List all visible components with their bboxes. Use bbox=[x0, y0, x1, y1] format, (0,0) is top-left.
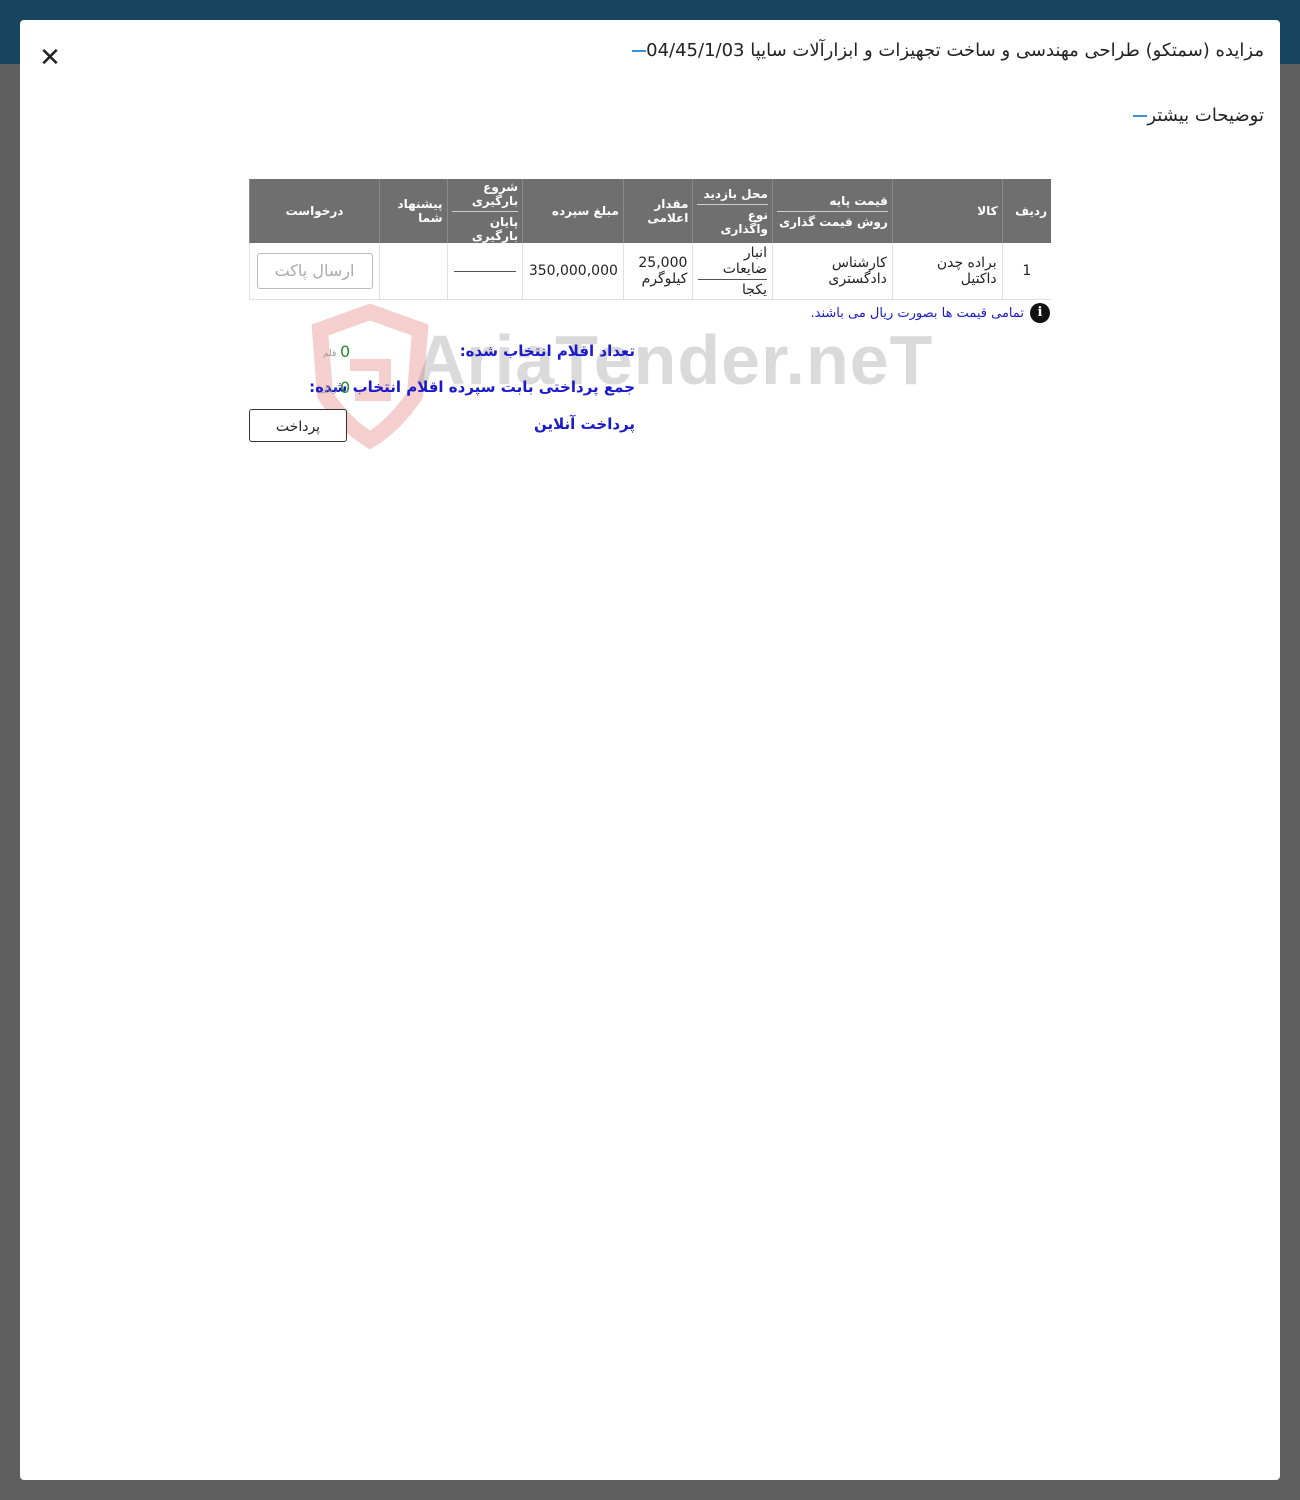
col-base-price: قیمت پایه bbox=[776, 194, 888, 212]
cell-loading bbox=[446, 243, 523, 300]
more-details-link[interactable]: توضیحات بیشتر bbox=[1147, 105, 1264, 126]
cell-visit: انبار ضایعات یکجا bbox=[692, 243, 773, 300]
modal-title: مزایده (سمتکو) طراحی مهندسی و ساخت تجهیز… bbox=[646, 40, 1264, 61]
cell-quantity: 25,000 کیلوگرم bbox=[622, 243, 693, 300]
info-icon: i bbox=[1030, 303, 1050, 323]
col-pricing-method: روش قیمت گذاری bbox=[779, 214, 888, 229]
auction-details-modal: ✕ مزایده (سمتکو) طراحی مهندسی و ساخت تجه… bbox=[20, 20, 1280, 1480]
cell-item: براده چدن داکتیل bbox=[891, 243, 1003, 300]
online-payment-label: پرداخت آنلاین bbox=[533, 415, 635, 433]
table-row: 1 براده چدن داکتیل کارشناس دادگستری انبا… bbox=[248, 243, 1051, 300]
col-quantity: مقدار اعلامی bbox=[622, 179, 693, 243]
cell-visit-location: انبار ضایعات bbox=[698, 245, 767, 280]
modal-title-row: مزایده (سمتکو) طراحی مهندسی و ساخت تجهیز… bbox=[622, 40, 1264, 61]
cell-row: 1 bbox=[1001, 243, 1051, 300]
cell-your-offer bbox=[379, 243, 448, 300]
selected-count-unit: قلم bbox=[323, 349, 337, 359]
col-row: ردیف bbox=[1001, 179, 1051, 243]
more-details-row[interactable]: توضیحات بیشتر bbox=[1123, 105, 1264, 126]
col-visit-location: محل بازدید bbox=[697, 187, 768, 205]
col-loading-end: پایان بارگیری bbox=[471, 214, 519, 243]
col-visit: محل بازدید نوع واگذاری bbox=[692, 179, 773, 243]
col-loading-start: شروع بارگیری bbox=[451, 180, 519, 212]
cell-quantity-value: 25,000 bbox=[638, 255, 688, 271]
deposit-sum-label: جمع پرداختی بابت سپرده اقلام انتخاب شده: bbox=[309, 378, 635, 396]
close-icon[interactable]: ✕ bbox=[38, 45, 62, 71]
currency-note: i تمامی قیمت ها بصورت ریال می باشند. bbox=[810, 303, 1050, 323]
deposit-sum-value: 0 bbox=[340, 378, 351, 397]
currency-note-text: تمامی قیمت ها بصورت ریال می باشند. bbox=[810, 305, 1025, 321]
cell-request: ارسال پاکت bbox=[248, 243, 380, 300]
selected-count-value: 0 bbox=[340, 342, 351, 361]
col-assignment-type: نوع واگذاری bbox=[720, 207, 768, 236]
col-request: درخواست bbox=[248, 179, 380, 243]
cell-pricing: کارشناس دادگستری bbox=[771, 243, 893, 300]
col-price: قیمت پایه روش قیمت گذاری bbox=[771, 179, 893, 243]
col-deposit: مبلغ سپرده bbox=[522, 179, 624, 243]
col-loading: شروع بارگیری پایان بارگیری bbox=[446, 179, 523, 243]
col-item: کالا bbox=[891, 179, 1003, 243]
cell-quantity-unit: کیلوگرم bbox=[641, 271, 688, 287]
pay-button[interactable]: پرداخت bbox=[249, 409, 347, 442]
selected-count-label: تعداد اقلام انتخاب شده: bbox=[459, 342, 635, 360]
deposit-sum-unit: ریال bbox=[321, 385, 338, 395]
table-header-row: ردیف کالا قیمت پایه روش قیمت گذاری محل ب… bbox=[248, 179, 1051, 243]
items-table: ردیف کالا قیمت پایه روش قیمت گذاری محل ب… bbox=[248, 179, 1051, 300]
send-envelope-button[interactable]: ارسال پاکت bbox=[256, 253, 373, 289]
loading-empty-dash bbox=[453, 270, 516, 272]
subtitle-dash-icon bbox=[1133, 114, 1148, 117]
title-dash-icon bbox=[632, 49, 647, 52]
col-your-offer: پیشنهاد شما bbox=[379, 179, 448, 243]
cell-deposit: 350,000,000 bbox=[522, 243, 624, 300]
cell-assignment-type: یکجا bbox=[742, 281, 767, 298]
